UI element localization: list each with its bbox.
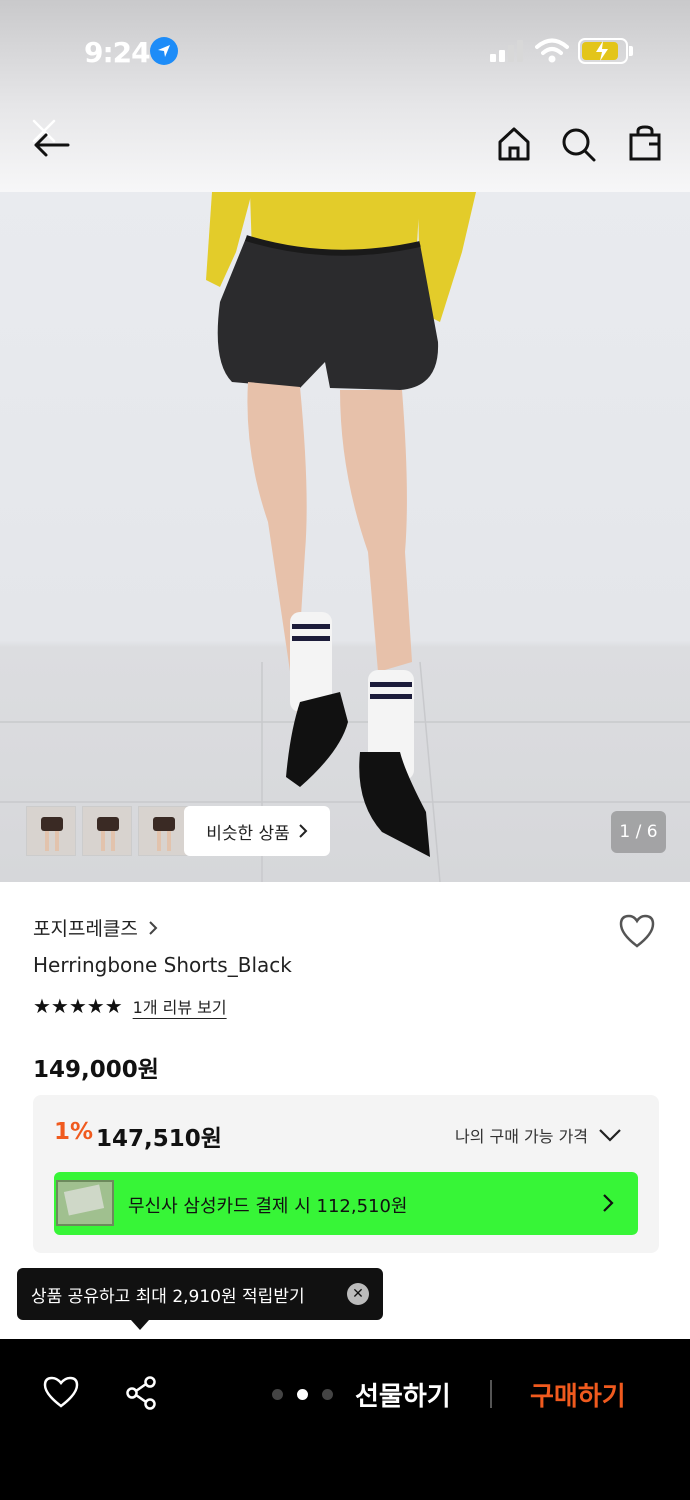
carousel-dots xyxy=(272,1389,333,1400)
price-box: 1% 147,510원 나의 구매 가능 가격 무신사 삼성카드 결제 시 11… xyxy=(33,1095,659,1253)
battery-nub xyxy=(629,46,633,56)
close-icon[interactable]: ✕ xyxy=(347,1283,369,1305)
back-arrow-icon[interactable] xyxy=(28,115,76,163)
home-icon[interactable] xyxy=(494,124,534,164)
similar-products-button[interactable]: 비슷한 상품 xyxy=(184,806,330,856)
dot-2-active xyxy=(297,1389,308,1400)
divider xyxy=(490,1380,492,1408)
dot-1 xyxy=(272,1389,283,1400)
chevron-down-icon xyxy=(599,1129,621,1142)
wifi-icon xyxy=(535,38,569,63)
image-page-indicator: 1 / 6 xyxy=(611,811,666,853)
product-image[interactable]: 비슷한 상품 1 / 6 xyxy=(0,192,690,882)
share-reward-tooltip: 상품 공유하고 최대 2,910원 적립받기 ✕ xyxy=(17,1268,383,1320)
heart-icon[interactable] xyxy=(42,1375,80,1409)
buy-button[interactable]: 구매하기 xyxy=(530,1376,626,1413)
similar-products-label: 비슷한 상품 xyxy=(206,823,290,844)
my-price-label: 나의 구매 가능 가격 xyxy=(455,1127,589,1146)
chevron-right-icon xyxy=(299,824,308,838)
location-arrow-icon xyxy=(150,37,178,65)
gift-button[interactable]: 선물하기 xyxy=(355,1376,451,1413)
wishlist-heart-icon[interactable] xyxy=(617,912,657,950)
brand-name: 포지프레클즈 xyxy=(33,918,138,940)
review-link[interactable]: 1개 리뷰 보기 xyxy=(133,994,227,1018)
status-time: 9:24 xyxy=(84,36,151,69)
card-image xyxy=(56,1180,114,1226)
share-icon[interactable] xyxy=(124,1375,160,1411)
discount-rate: 1% xyxy=(54,1119,94,1145)
top-bar: 9:24 xyxy=(0,0,690,192)
tooltip-text: 상품 공유하고 최대 2,910원 적립받기 xyxy=(31,1286,305,1307)
original-price: 149,000원 xyxy=(33,1057,159,1083)
card-promo-text: 무신사 삼성카드 결제 시 112,510원 xyxy=(128,1196,408,1217)
discounted-price: 147,510원 xyxy=(96,1126,222,1152)
cellular-signal-icon xyxy=(490,40,523,62)
card-promo-banner[interactable]: 무신사 삼성카드 결제 시 112,510원 xyxy=(54,1172,638,1235)
shopping-bag-icon[interactable] xyxy=(624,122,666,164)
rating-row: ★★★★★ 1개 리뷰 보기 xyxy=(33,994,227,1018)
bottom-action-bar: 선물하기 구매하기 xyxy=(0,1339,690,1500)
search-icon[interactable] xyxy=(558,124,598,164)
tooltip-tail xyxy=(131,1320,149,1330)
thumbnail-2[interactable] xyxy=(82,806,132,856)
thumbnail-1[interactable] xyxy=(26,806,76,856)
product-name: Herringbone Shorts_Black xyxy=(33,953,292,977)
chevron-right-icon xyxy=(149,920,158,935)
battery-icon xyxy=(578,38,628,64)
thumbnail-3[interactable] xyxy=(138,806,188,856)
dot-3 xyxy=(322,1389,333,1400)
my-price-toggle[interactable]: 나의 구매 가능 가격 xyxy=(455,1123,622,1147)
model-photo xyxy=(0,192,690,882)
star-rating: ★★★★★ xyxy=(33,994,123,1018)
chevron-right-icon xyxy=(603,1194,614,1212)
thumbnail-strip xyxy=(26,806,188,856)
brand-link[interactable]: 포지프레클즈 xyxy=(33,914,158,941)
